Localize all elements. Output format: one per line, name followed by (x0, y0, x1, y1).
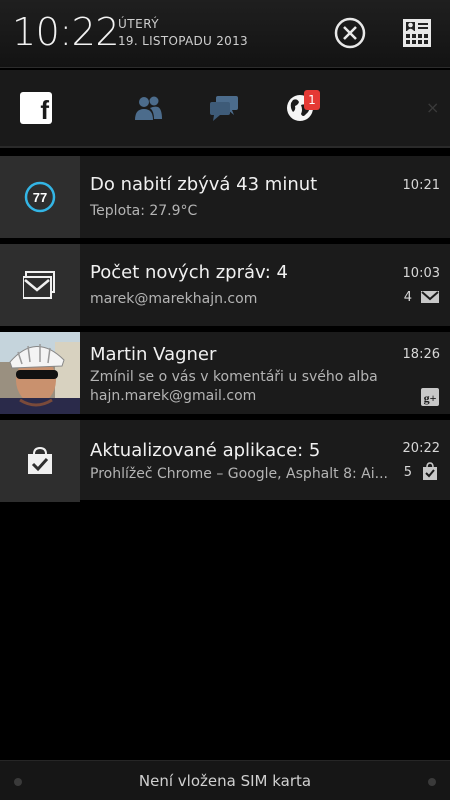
close-circle-icon (334, 17, 366, 49)
google-plus-icon: g+ (421, 388, 439, 406)
notification-app-updates[interactable]: Aktualizované aplikace: 5 Prohlížeč Chro… (0, 420, 450, 502)
social-bar: f (0, 70, 450, 148)
quick-settings-icon (403, 19, 431, 47)
right-dot (428, 778, 436, 786)
notification-icon-box: 77 (0, 156, 80, 238)
notification-email[interactable]: Počet nových zpráv: 4 marek@marekhajn.co… (0, 244, 450, 326)
notification-icon-box (0, 244, 80, 326)
svg-text:g+: g+ (424, 391, 437, 405)
notification-header: 10:22 ÚTERÝ 19. LISTOPADU 2013 (0, 0, 450, 68)
weekday: ÚTERÝ (118, 17, 160, 31)
clock: 10:22 (12, 10, 120, 54)
notification-title: Počet nových zpráv: 4 (90, 262, 288, 283)
notification-badge: 1 (304, 90, 320, 110)
shopping-bag-small-icon (423, 462, 437, 480)
avatar (0, 332, 80, 414)
notification-time: 20:22 (402, 441, 440, 456)
svg-text:77: 77 (33, 190, 47, 205)
notification-subtitle: Prohlížeč Chrome – Google, Asphalt 8: Ai… (90, 466, 388, 482)
email-stack-icon (23, 271, 55, 299)
notification-subtitle: marek@marekhajn.com (90, 291, 258, 307)
message-count: 4 (403, 290, 412, 305)
date: 19. LISTOPADU 2013 (118, 34, 248, 48)
notification-time: 10:03 (402, 266, 440, 281)
update-count: 5 (403, 465, 412, 480)
shopping-bag-icon (28, 446, 52, 474)
notification-battery[interactable]: 77 Do nabití zbývá 43 minut Teplota: 27.… (0, 156, 450, 238)
mail-icon (421, 291, 439, 303)
avatar-photo (0, 332, 80, 414)
social-bar-close-button[interactable]: × (426, 98, 439, 117)
notification-title: Do nabití zbývá 43 minut (90, 174, 318, 195)
clear-notifications-button[interactable] (332, 15, 368, 51)
notification-title: Martin Vagner (90, 344, 217, 365)
notification-time: 18:26 (402, 347, 440, 362)
notification-icon-box (0, 420, 80, 502)
notification-message: Zmínil se o vás v komentáři u svého alba (90, 369, 378, 385)
notification-time: 10:21 (402, 178, 440, 193)
people-icon[interactable] (132, 92, 164, 124)
notification-mention[interactable]: Martin Vagner Zmínil se o vás v komentář… (0, 332, 450, 414)
sim-status: Není vložena SIM karta (138, 772, 312, 790)
battery-charge-icon: 77 (24, 181, 56, 213)
bottom-bar: Není vložena SIM karta (0, 760, 450, 800)
notification-title: Aktualizované aplikace: 5 (90, 440, 321, 461)
notification-subtitle: Teplota: 27.9°C (90, 203, 198, 219)
quick-settings-button[interactable] (399, 15, 435, 51)
facebook-icon[interactable]: f (20, 92, 52, 124)
notification-account: hajn.marek@gmail.com (90, 388, 257, 404)
chat-icon[interactable] (208, 92, 240, 124)
